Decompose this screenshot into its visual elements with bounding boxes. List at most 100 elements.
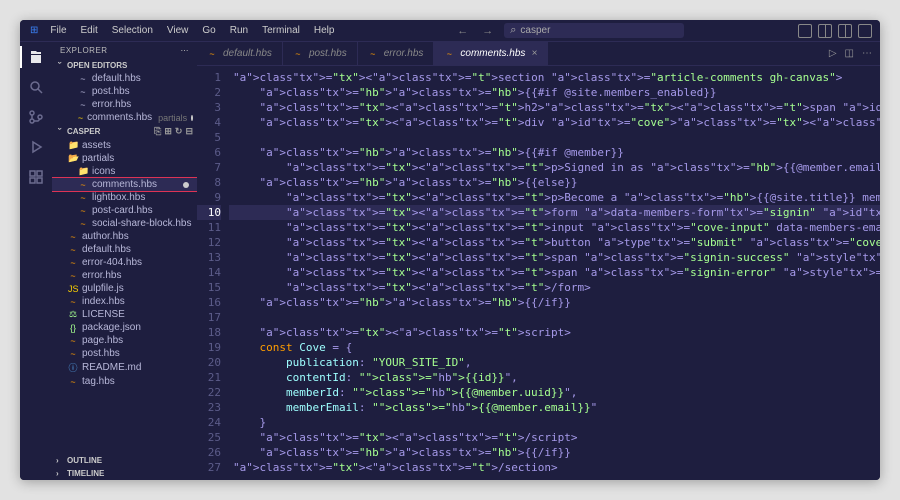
editor-tab[interactable]: ~comments.hbs× bbox=[434, 42, 548, 65]
file-item[interactable]: ~comments.hbs bbox=[52, 178, 197, 191]
refresh-icon[interactable]: ↻ bbox=[175, 126, 183, 137]
code-line[interactable]: const Cove = { bbox=[229, 340, 880, 355]
new-folder-icon[interactable]: ⊞ bbox=[164, 126, 172, 137]
open-editor-item[interactable]: ×~post.hbs bbox=[52, 85, 197, 98]
code-line[interactable]: "a">class"tx">="tx"><"a">class"tx">="t">… bbox=[229, 70, 880, 85]
file-name: author.hbs bbox=[82, 231, 129, 242]
section-workspace[interactable]: ↘ CASPER ⎘ ⊞ ↻ ⊟ bbox=[52, 124, 197, 139]
code-line[interactable]: "a">class"tx">="tx"><"a">class"tx">="t">… bbox=[229, 235, 880, 250]
explorer-icon[interactable] bbox=[27, 48, 45, 66]
code-line[interactable]: publication: "YOUR_SITE_ID", bbox=[229, 355, 880, 370]
editor-tab[interactable]: ~default.hbs bbox=[197, 42, 283, 65]
code-line[interactable]: "a">class"tx">="hb">"a">class"tx">="hb">… bbox=[229, 145, 880, 160]
split-editor-icon[interactable]: ◫ bbox=[845, 48, 854, 59]
code-line[interactable]: "a">class"tx">="tx"><"a">class"tx">="t">… bbox=[229, 265, 880, 280]
menu-help[interactable]: Help bbox=[308, 23, 341, 38]
code-line[interactable]: "a">class"tx">="tx"><"a">class"tx">="t">… bbox=[229, 280, 880, 295]
code-editor[interactable]: 1234567891011121314151617181920212223242… bbox=[197, 66, 880, 480]
code-line[interactable]: "a">class"tx">="tx"><"a">class"tx">="t">… bbox=[229, 250, 880, 265]
line-number: 22 bbox=[197, 385, 221, 400]
code-line[interactable]: memberEmail: "">class">="hb">{{@member.e… bbox=[229, 400, 880, 415]
code-content[interactable]: "a">class"tx">="tx"><"a">class"tx">="t">… bbox=[229, 66, 880, 480]
open-editor-item[interactable]: ×~error.hbs bbox=[52, 98, 197, 111]
more-actions-icon[interactable]: ⋯ bbox=[862, 48, 872, 59]
code-line[interactable]: "a">class"tx">="tx"><"a">class"tx">="t">… bbox=[229, 160, 880, 175]
menu-edit[interactable]: Edit bbox=[75, 23, 104, 38]
file-item[interactable]: ~author.hbs bbox=[52, 230, 197, 243]
layout-panel-icon[interactable] bbox=[798, 24, 812, 38]
code-line[interactable]: "a">class"tx">="tx"><"a">class"tx">="t">… bbox=[229, 325, 880, 340]
open-editor-item[interactable]: ×~comments.hbspartials bbox=[52, 111, 197, 124]
line-number: 18 bbox=[197, 325, 221, 340]
file-item[interactable]: ~default.hbs bbox=[52, 243, 197, 256]
run-icon[interactable]: ▷ bbox=[829, 48, 837, 59]
menu-terminal[interactable]: Terminal bbox=[256, 23, 306, 38]
file-item[interactable]: ~lightbox.hbs bbox=[52, 191, 197, 204]
source-control-icon[interactable] bbox=[27, 108, 45, 126]
menu-go[interactable]: Go bbox=[196, 23, 221, 38]
menu-file[interactable]: File bbox=[44, 23, 72, 38]
layout-sidebar-right-icon[interactable] bbox=[838, 24, 852, 38]
menu-view[interactable]: View bbox=[161, 23, 195, 38]
code-line[interactable]: "a">class"tx">="tx"><"a">class"tx">="t">… bbox=[229, 430, 880, 445]
file-item[interactable]: ~tag.hbs bbox=[52, 375, 197, 388]
code-line[interactable]: "a">class"tx">="tx"><"a">class"tx">="t">… bbox=[229, 205, 880, 220]
file-item[interactable]: ⚖LICENSE bbox=[52, 308, 197, 321]
folder-item[interactable]: 📁icons bbox=[52, 165, 197, 178]
open-editor-item[interactable]: ×~default.hbs bbox=[52, 72, 197, 85]
menu-selection[interactable]: Selection bbox=[106, 23, 159, 38]
folder-item[interactable]: 📂partials bbox=[52, 152, 197, 165]
sidebar: EXPLORER⋯ Open Editors ×~default.hbs×~po… bbox=[52, 42, 197, 480]
nav-back-icon[interactable]: ← bbox=[454, 25, 471, 37]
code-line[interactable]: "a">class"tx">="tx"><"a">class"tx">="t">… bbox=[229, 115, 880, 130]
file-item[interactable]: ~error.hbs bbox=[52, 269, 197, 282]
section-open-editors[interactable]: Open Editors bbox=[52, 59, 197, 72]
layout-bottom-icon[interactable] bbox=[858, 24, 872, 38]
close-tab-icon[interactable]: × bbox=[531, 48, 537, 59]
editor-tab[interactable]: ~post.hbs bbox=[283, 42, 358, 65]
menu-run[interactable]: Run bbox=[224, 23, 254, 38]
code-line[interactable]: "a">class"tx">="tx"><"a">class"tx">="t">… bbox=[229, 220, 880, 235]
code-line[interactable]: "a">class"tx">="hb">"a">class"tx">="hb">… bbox=[229, 295, 880, 310]
search-icon[interactable] bbox=[27, 78, 45, 96]
code-line[interactable] bbox=[229, 310, 880, 325]
code-line[interactable]: "a">class"tx">="hb">"a">class"tx">="hb">… bbox=[229, 445, 880, 460]
activity-bar bbox=[20, 42, 52, 480]
file-item[interactable]: ~error-404.hbs bbox=[52, 256, 197, 269]
collapse-icon[interactable]: ⊟ bbox=[185, 126, 193, 137]
code-line[interactable] bbox=[229, 130, 880, 145]
folder-item[interactable]: 📁assets bbox=[52, 139, 197, 152]
file-item[interactable]: ~post.hbs bbox=[52, 347, 197, 360]
layout-sidebar-left-icon[interactable] bbox=[818, 24, 832, 38]
file-item[interactable]: ⓘREADME.md bbox=[52, 360, 197, 375]
command-center[interactable]: casper bbox=[504, 23, 684, 38]
more-icon[interactable]: ⋯ bbox=[181, 46, 190, 55]
section-timeline[interactable]: Timeline bbox=[52, 467, 197, 480]
code-line[interactable]: "a">class"tx">="hb">"a">class"tx">="hb">… bbox=[229, 85, 880, 100]
new-file-icon[interactable]: ⎘ bbox=[154, 126, 161, 137]
code-line[interactable]: "a">class"tx">="tx"><"a">class"tx">="t">… bbox=[229, 190, 880, 205]
file-item[interactable]: ~post-card.hbs bbox=[52, 204, 197, 217]
file-item[interactable]: ~page.hbs bbox=[52, 334, 197, 347]
file-item[interactable]: ~social-share-block.hbs bbox=[52, 217, 197, 230]
code-line[interactable]: "a">class"tx">="hb">"a">class"tx">="hb">… bbox=[229, 175, 880, 190]
debug-icon[interactable] bbox=[27, 138, 45, 156]
editor-tab[interactable]: ~error.hbs bbox=[358, 42, 435, 65]
code-line[interactable]: contentId: "">class">="hb">{{id}}", bbox=[229, 370, 880, 385]
file-name: post.hbs bbox=[92, 86, 130, 97]
file-item[interactable]: JSgulpfile.js bbox=[52, 282, 197, 295]
app-icon[interactable]: ⊞ bbox=[24, 23, 44, 38]
code-line[interactable]: "a">class"tx">="tx"><"a">class"tx">="t">… bbox=[229, 460, 880, 475]
nav-forward-icon[interactable]: → bbox=[479, 25, 496, 37]
code-line[interactable]: } bbox=[229, 415, 880, 430]
line-number: 1 bbox=[197, 70, 221, 85]
file-item[interactable]: {}package.json bbox=[52, 321, 197, 334]
file-icon: ~ bbox=[78, 74, 88, 84]
code-line[interactable]: "a">class"tx">="tx"><"a">class"tx">="t">… bbox=[229, 100, 880, 115]
extensions-icon[interactable] bbox=[27, 168, 45, 186]
file-icon: ~ bbox=[78, 206, 88, 216]
section-outline[interactable]: Outline bbox=[52, 454, 197, 467]
file-name: social-share-block.hbs bbox=[92, 218, 192, 229]
file-item[interactable]: ~index.hbs bbox=[52, 295, 197, 308]
code-line[interactable]: memberId: "">class">="hb">{{@member.uuid… bbox=[229, 385, 880, 400]
